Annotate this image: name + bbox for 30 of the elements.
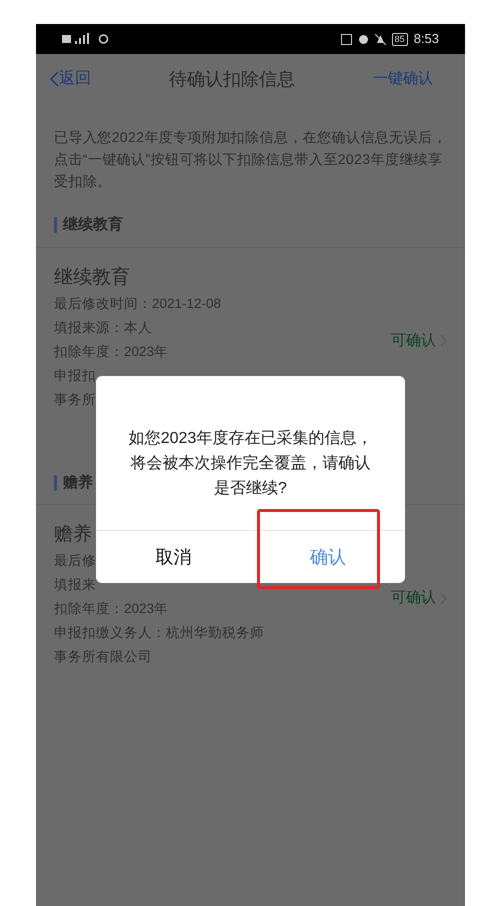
battery-level: 85 [392, 32, 408, 46]
card-detail: 最后修 [54, 552, 96, 570]
section-marker [54, 474, 57, 491]
card-title: 继续教育 [54, 266, 130, 290]
status-link[interactable]: 可确认 [391, 587, 447, 610]
card-title: 赡养 [54, 523, 92, 547]
card-detail: 扣除年度：2023年 [54, 600, 168, 618]
back-button[interactable]: 返回 [50, 67, 91, 91]
card-detail: 申报扣 [54, 366, 96, 384]
card-detail: 事务所 [54, 390, 96, 408]
card-detail: 最后修改时间：2021-12-08 [54, 294, 222, 312]
notice-text: 已导入您2022年度专项附加扣除信息，在您确认信息无误后，点击“一键确认”按钮可将以下扣除信息带入至2023年度继续享受扣除。 [53, 128, 448, 191]
section-heading: 赡养 [63, 472, 93, 492]
card-detail: 扣除年度：2023年 [54, 342, 168, 360]
confirm-all-button[interactable]: 一键确认 [373, 68, 451, 90]
section-marker [54, 217, 57, 234]
signal-icon [62, 33, 90, 45]
card-detail: 填报来 [54, 576, 96, 594]
status-link[interactable]: 可确认 [391, 330, 447, 352]
dialog-message: 如您2023年度存在已采集的信息，将会被本次操作完全覆盖，请确认是否继续? [128, 428, 374, 499]
confirm-button[interactable]: 确认 [250, 531, 405, 583]
clock: 8:53 [414, 30, 439, 48]
card-detail: 填报来源：本人 [54, 318, 152, 336]
card-detail: 申报扣缴义务人：杭州华勤税务师 [54, 624, 264, 642]
card-detail: 事务所有限公司 [54, 648, 152, 666]
chevron-left-icon [50, 71, 59, 87]
cancel-button[interactable]: 取消 [96, 531, 250, 583]
section-heading: 继续教育 [63, 214, 123, 235]
deduction-card[interactable]: 继续教育 最后修改时间：2021-12-08 填报来源：本人 扣除年度：2023年 申报扣 事务所 可确认 [36, 248, 465, 412]
page-title: 待确认扣除信息 [169, 68, 295, 90]
